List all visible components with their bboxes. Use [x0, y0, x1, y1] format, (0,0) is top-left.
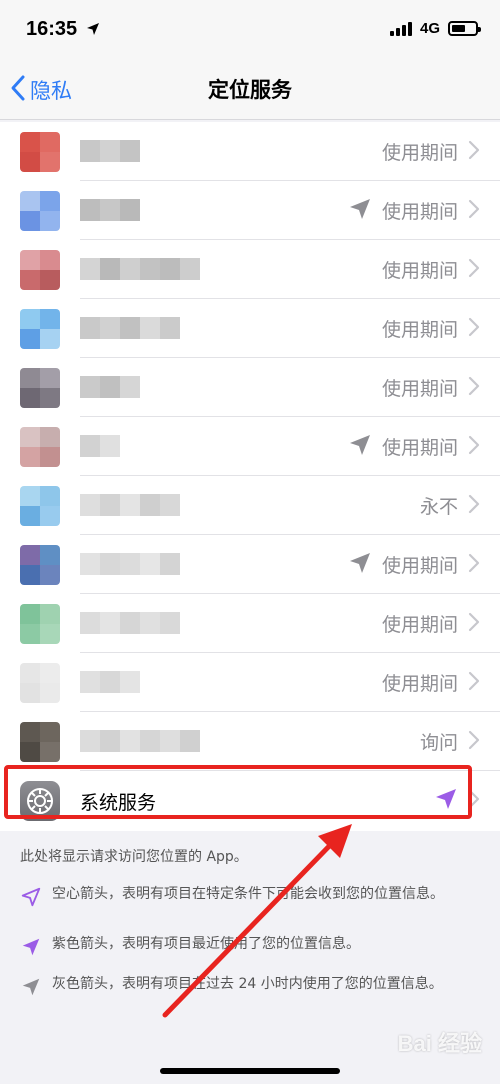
legend-text: 灰色箭头，表明有项目在过去 24 小时内使用了您的位置信息。	[52, 976, 443, 992]
location-permission-status: 使用期间	[381, 673, 458, 695]
hollow-arrow-icon	[20, 886, 42, 908]
app-name-pixelated	[80, 553, 180, 575]
location-permission-status: 使用期间	[381, 319, 458, 341]
navigation-bar: 隐私 定位服务	[0, 60, 500, 120]
system-services-label: 系统服务	[80, 792, 157, 814]
location-active-icon	[86, 21, 100, 40]
chevron-right-icon	[468, 612, 480, 636]
chevron-right-icon	[468, 317, 480, 341]
chevron-right-icon	[468, 199, 480, 223]
chevron-right-icon	[468, 671, 480, 695]
app-icon	[20, 250, 60, 290]
legend-purple-arrow: 紫色箭头，表明有项目最近使用了您的位置信息。	[20, 934, 472, 958]
chevron-right-icon	[468, 435, 480, 459]
page-title: 定位服务	[208, 78, 292, 102]
app-row[interactable]: 使用期间	[0, 122, 500, 181]
app-name-pixelated	[80, 317, 180, 339]
location-permission-status: 使用期间	[381, 260, 458, 282]
status-indicators: 4G	[389, 20, 481, 37]
signal-icon	[389, 21, 412, 36]
gray-location-arrow-icon	[348, 551, 372, 579]
purple-location-arrow-icon	[434, 787, 458, 815]
app-icon	[20, 722, 60, 762]
app-icon	[20, 132, 60, 172]
location-permission-status: 询问	[419, 732, 458, 754]
chevron-right-icon	[468, 140, 480, 164]
home-indicator[interactable]	[160, 1068, 340, 1074]
app-row[interactable]: 使用期间	[0, 299, 500, 358]
app-row[interactable]: 使用期间	[0, 358, 500, 417]
app-icon	[20, 545, 60, 585]
legend-gray-arrow: 灰色箭头，表明有项目在过去 24 小时内使用了您的位置信息。	[20, 974, 472, 998]
app-row[interactable]: 询问	[0, 712, 500, 771]
app-location-list: 使用期间 使用期间 使用期间 使用期间 使用期间 使用期间 永不 使用期间 使用期间 使用期间 询问…	[0, 122, 500, 831]
location-permission-status: 使用期间	[381, 378, 458, 400]
app-name-pixelated	[80, 612, 180, 634]
legend-hollow-arrow: 空心箭头，表明有项目在特定条件下可能会收到您的位置信息。	[20, 884, 472, 908]
status-time: 16:35	[26, 18, 78, 40]
location-permission-status: 使用期间	[381, 555, 458, 577]
app-icon	[20, 427, 60, 467]
legend-text: 空心箭头，表明有项目在特定条件下可能会收到您的位置信息。	[52, 886, 444, 902]
app-icon	[20, 368, 60, 408]
app-row[interactable]: 使用期间	[0, 535, 500, 594]
purple-arrow-icon	[20, 936, 42, 958]
app-row[interactable]: 使用期间	[0, 181, 500, 240]
chevron-right-icon	[468, 553, 480, 577]
app-name-pixelated	[80, 435, 120, 457]
location-permission-status: 永不	[419, 496, 458, 518]
system-services-row[interactable]: 系统服务	[0, 771, 500, 831]
location-permission-status: 使用期间	[381, 437, 458, 459]
chevron-right-icon	[468, 494, 480, 518]
app-name-pixelated	[80, 258, 200, 280]
chevron-right-icon	[468, 789, 480, 813]
app-row[interactable]: 永不	[0, 476, 500, 535]
chevron-right-icon	[468, 258, 480, 282]
chevron-right-icon	[468, 730, 480, 754]
battery-icon	[448, 21, 481, 36]
app-row[interactable]: 使用期间	[0, 653, 500, 712]
app-row[interactable]: 使用期间	[0, 240, 500, 299]
location-permission-status: 使用期间	[381, 614, 458, 636]
app-name-pixelated	[80, 140, 140, 162]
app-name-pixelated	[80, 730, 200, 752]
gray-location-arrow-icon	[348, 197, 372, 225]
app-icon	[20, 309, 60, 349]
status-bar: 16:35 4G	[0, 0, 500, 60]
legend-text: 紫色箭头，表明有项目最近使用了您的位置信息。	[52, 936, 360, 952]
app-row[interactable]: 使用期间	[0, 417, 500, 476]
gray-arrow-icon	[20, 976, 42, 998]
chevron-right-icon	[468, 376, 480, 400]
gray-location-arrow-icon	[348, 433, 372, 461]
app-name-pixelated	[80, 494, 180, 516]
location-permission-status: 使用期间	[381, 142, 458, 164]
app-name-pixelated	[80, 671, 140, 693]
app-row[interactable]: 使用期间	[0, 594, 500, 653]
network-type: 4G	[419, 20, 440, 37]
footer-note: 此处将显示请求访问您位置的 App。	[20, 849, 248, 865]
app-icon	[20, 486, 60, 526]
app-icon	[20, 604, 60, 644]
location-permission-status: 使用期间	[381, 201, 458, 223]
app-name-pixelated	[80, 199, 140, 221]
app-name-pixelated	[80, 376, 140, 398]
watermark-logo: Bai 经验	[397, 1031, 482, 1056]
settings-gear-icon	[20, 781, 60, 821]
app-icon	[20, 663, 60, 703]
app-icon	[20, 191, 60, 231]
